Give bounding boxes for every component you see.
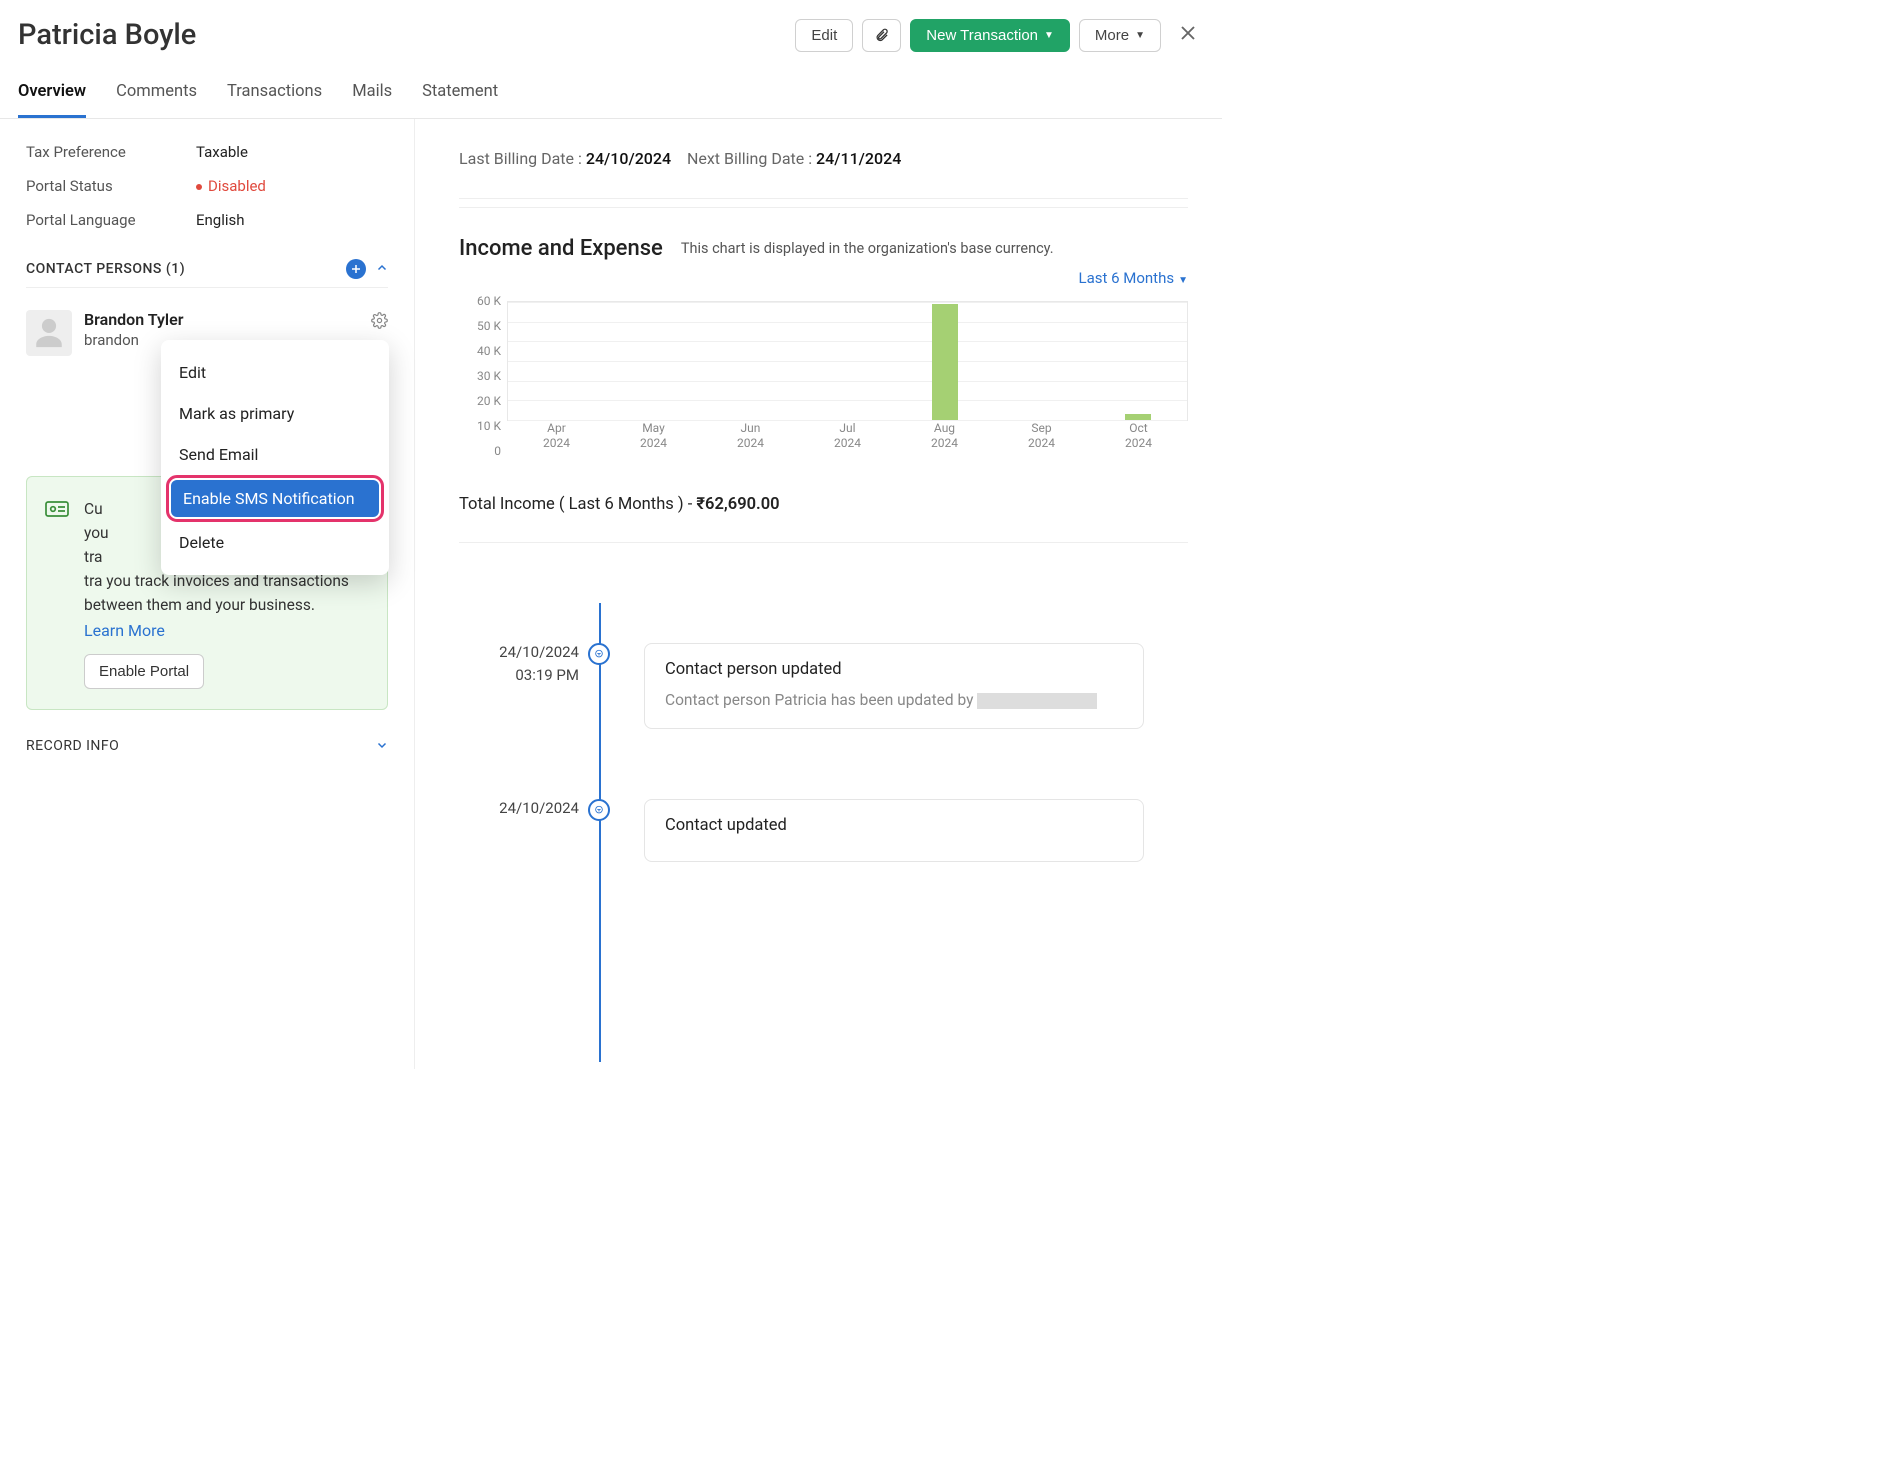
new-transaction-button[interactable]: New Transaction ▼	[910, 19, 1070, 52]
chat-icon	[594, 805, 604, 815]
timeline-card-body: Contact person Patricia has been updated…	[665, 689, 1123, 712]
timeline-item: 24/10/2024 03:19 PM Contact person updat…	[599, 643, 1222, 729]
timeline-timestamp: 24/10/2024 03:19 PM	[459, 641, 579, 686]
menu-mark-primary[interactable]: Mark as primary	[161, 393, 389, 434]
more-button[interactable]: More ▼	[1079, 19, 1161, 52]
contact-person-menu: Edit Mark as primary Send Email Enable S…	[161, 340, 389, 575]
tab-mails[interactable]: Mails	[352, 82, 392, 118]
chart-bar	[1125, 414, 1151, 420]
next-billing-date: 24/11/2024	[816, 149, 901, 168]
enable-portal-button[interactable]: Enable Portal	[84, 654, 204, 689]
portal-status-label: Portal Status	[26, 177, 196, 195]
timeline-card-title: Contact updated	[665, 816, 1123, 835]
y-tick-label: 60 K	[459, 294, 501, 308]
contact-persons-title: CONTACT PERSONS (1)	[26, 261, 185, 277]
y-tick-label: 0	[459, 444, 501, 458]
x-tick-label: May2024	[640, 421, 667, 450]
tab-comments[interactable]: Comments	[116, 82, 197, 118]
activity-timeline: 24/10/2024 03:19 PM Contact person updat…	[459, 643, 1222, 862]
timeline-dot	[588, 643, 610, 665]
close-button[interactable]	[1179, 22, 1197, 48]
caret-down-icon: ▼	[1178, 275, 1188, 286]
timeline-timestamp: 24/10/2024	[459, 797, 579, 820]
tax-preference-label: Tax Preference	[26, 143, 196, 161]
x-tick-label: Oct2024	[1125, 421, 1152, 450]
x-tick-label: Sep2024	[1028, 421, 1055, 450]
add-contact-button[interactable]	[346, 259, 366, 279]
contact-person-settings-button[interactable]	[371, 312, 388, 333]
divider	[459, 542, 1188, 543]
y-tick-label: 40 K	[459, 344, 501, 358]
gear-icon	[371, 312, 388, 329]
income-expense-subtitle: This chart is displayed in the organizat…	[681, 240, 1054, 257]
edit-button[interactable]: Edit	[795, 19, 853, 52]
caret-down-icon: ▼	[1044, 30, 1054, 41]
more-label: More	[1095, 27, 1129, 44]
plus-icon	[350, 263, 362, 275]
y-tick-label: 30 K	[459, 369, 501, 383]
redacted-text	[977, 693, 1097, 709]
billing-dates: Last Billing Date : 24/10/2024 Next Bill…	[459, 149, 1222, 168]
total-income-value: ₹62,690.00	[696, 495, 779, 514]
chart-bar	[932, 304, 958, 420]
portal-language-value: English	[196, 211, 245, 229]
y-tick-label: 50 K	[459, 319, 501, 333]
attachment-button[interactable]	[862, 19, 901, 52]
avatar	[26, 310, 72, 356]
chevron-down-icon	[376, 739, 388, 754]
chat-icon	[594, 649, 604, 659]
x-tick-label: Aug2024	[931, 421, 958, 450]
timeline-card: Contact updated	[644, 799, 1144, 862]
close-icon	[1179, 24, 1197, 42]
portal-language-label: Portal Language	[26, 211, 196, 229]
timeline-item: 24/10/2024 Contact updated	[599, 799, 1222, 862]
y-tick-label: 10 K	[459, 419, 501, 433]
y-tick-label: 20 K	[459, 394, 501, 408]
tab-transactions[interactable]: Transactions	[227, 82, 322, 118]
portal-card-icon	[45, 497, 69, 689]
x-tick-label: Jun2024	[737, 421, 764, 450]
portal-status-value: Disabled	[196, 177, 266, 195]
last-billing-date: 24/10/2024	[586, 149, 671, 168]
divider	[459, 207, 1188, 208]
status-dot-icon	[196, 184, 202, 190]
tab-overview[interactable]: Overview	[18, 82, 86, 118]
record-info-label: RECORD INFO	[26, 738, 119, 754]
caret-down-icon: ▼	[1135, 30, 1145, 41]
learn-more-link[interactable]: Learn More	[84, 621, 165, 640]
timeline-card: Contact person updated Contact person Pa…	[644, 643, 1144, 729]
chevron-up-icon	[376, 262, 388, 274]
person-icon	[32, 316, 66, 350]
income-expense-chart: Apr2024 May2024 Jun2024 Jul2024 Aug2024 Sep20…	[459, 301, 1188, 451]
x-tick-label: Apr2024	[543, 421, 570, 450]
contact-person-name: Brandon Tyler	[84, 310, 183, 329]
menu-enable-sms-wrap: Enable SMS Notification	[161, 475, 389, 522]
tabs: Overview Comments Transactions Mails Sta…	[0, 52, 1222, 119]
income-expense-title: Income and Expense	[459, 236, 663, 261]
chart-range-selector[interactable]: Last 6 Months▼	[459, 269, 1188, 287]
menu-edit[interactable]: Edit	[161, 352, 389, 393]
chart-grid: Apr2024May2024Jun2024Jul2024Aug2024Sep20…	[507, 301, 1188, 421]
total-income-line: Total Income ( Last 6 Months ) - ₹62,690…	[459, 495, 1222, 514]
tax-preference-value: Taxable	[196, 143, 248, 161]
contact-person-row: Brandon Tyler brandon Edit Mark as prima…	[26, 310, 388, 356]
x-tick-label: Jul2024	[834, 421, 861, 450]
page-title: Patricia Boyle	[18, 18, 786, 52]
paperclip-icon	[874, 27, 889, 44]
collapse-button[interactable]	[376, 262, 388, 277]
menu-send-email[interactable]: Send Email	[161, 434, 389, 475]
menu-enable-sms[interactable]: Enable SMS Notification	[171, 480, 379, 517]
tab-statement[interactable]: Statement	[422, 82, 498, 118]
timeline-card-title: Contact person updated	[665, 660, 1123, 679]
record-info-toggle[interactable]: RECORD INFO	[26, 738, 388, 764]
new-transaction-label: New Transaction	[926, 27, 1038, 44]
divider	[459, 198, 1188, 199]
timeline-dot	[588, 799, 610, 821]
menu-delete[interactable]: Delete	[161, 522, 389, 563]
